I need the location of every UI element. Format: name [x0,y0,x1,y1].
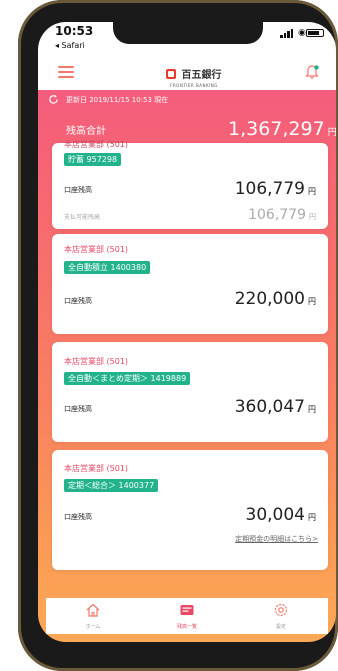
balance-value: 360,047 円 [234,397,316,417]
balance-label: 口座残高 [64,186,92,194]
logo-text: 百五銀行 [181,70,222,81]
branch-name: 本店営業部 (501) [64,140,129,149]
total-balance-value: 1,367,297 円 [228,118,336,140]
tab-settings-label: 設定 [275,624,286,630]
fixed-deposit-detail-link[interactable]: 定期預金の明細はこちら> [235,534,318,544]
balance-value: 106,779 円 [234,179,316,199]
bank-logo: 百五銀行 FRONTIER BANKING [163,63,225,88]
available-label: 支払可能残高 [64,214,101,221]
balance-label: 口座残高 [64,513,92,521]
branch-name: 本店営業部 (501) [64,245,129,254]
logo-mark-icon [166,68,177,79]
tab-balance-list-label: 残高一覧 [176,624,197,630]
tab-bar: ホーム 残高一覧 設定 [46,598,328,634]
status-icons: ◉ [280,28,324,38]
account-card[interactable]: 本店営業部 (501) 定期＜総合＞ 1400377 口座残高 30,004 円 … [52,450,328,570]
passbook-icon [180,605,194,615]
account-tag: 全自動積立 1400380 [64,261,151,274]
available-value: 106,779 円 [248,207,316,223]
logo-subtitle: FRONTIER BANKING [170,83,218,88]
update-timestamp: 更新日 2019/11/15 10:53 現在 [66,96,169,104]
account-card[interactable]: 本店営業部 (501) 全自動積立 1400380 口座残高 220,000 円 [52,234,328,334]
menu-icon[interactable] [58,66,74,78]
home-icon [86,603,100,617]
account-card[interactable]: 本店営業部 (501) 貯蓄 957298 口座残高 106,779 円 支払可能… [52,140,328,229]
total-balance-label: 残高合計 [66,126,106,137]
phone-screen: 10:53 ◂ Safari ◉ 百五銀行 FRONTIER BANKING 更… [38,22,336,642]
account-tag: 貯蓄 957298 [64,153,122,166]
status-time: 10:53 [55,24,94,38]
account-card[interactable]: 本店営業部 (501) 全自動＜まとめ定期＞ 1419889 口座残高 360,… [52,342,328,442]
balance-label: 口座残高 [64,405,92,413]
branch-name: 本店営業部 (501) [64,357,129,366]
balance-value: 30,004 円 [245,505,316,525]
branch-name: 本店営業部 (501) [64,464,129,473]
signal-icon [280,29,294,38]
refresh-icon[interactable] [48,94,59,105]
gear-icon [274,603,288,617]
notch [113,22,263,44]
account-tag: 定期＜総合＞ 1400377 [64,479,159,492]
tab-settings[interactable]: 設定 [234,598,328,634]
account-tag: 全自動＜まとめ定期＞ 1419889 [64,372,191,385]
tab-home[interactable]: ホーム [46,598,140,634]
bell-icon[interactable] [304,64,320,80]
tab-balance-list[interactable]: 残高一覧 [140,598,234,634]
wifi-icon: ◉ [298,28,306,38]
back-to-safari-link[interactable]: ◂ Safari [55,41,85,50]
app-header: 百五銀行 FRONTIER BANKING [38,55,336,90]
balance-label: 口座残高 [64,297,92,305]
battery-icon [306,29,324,37]
balance-value: 220,000 円 [234,289,316,309]
tab-home-label: ホーム [85,624,101,630]
